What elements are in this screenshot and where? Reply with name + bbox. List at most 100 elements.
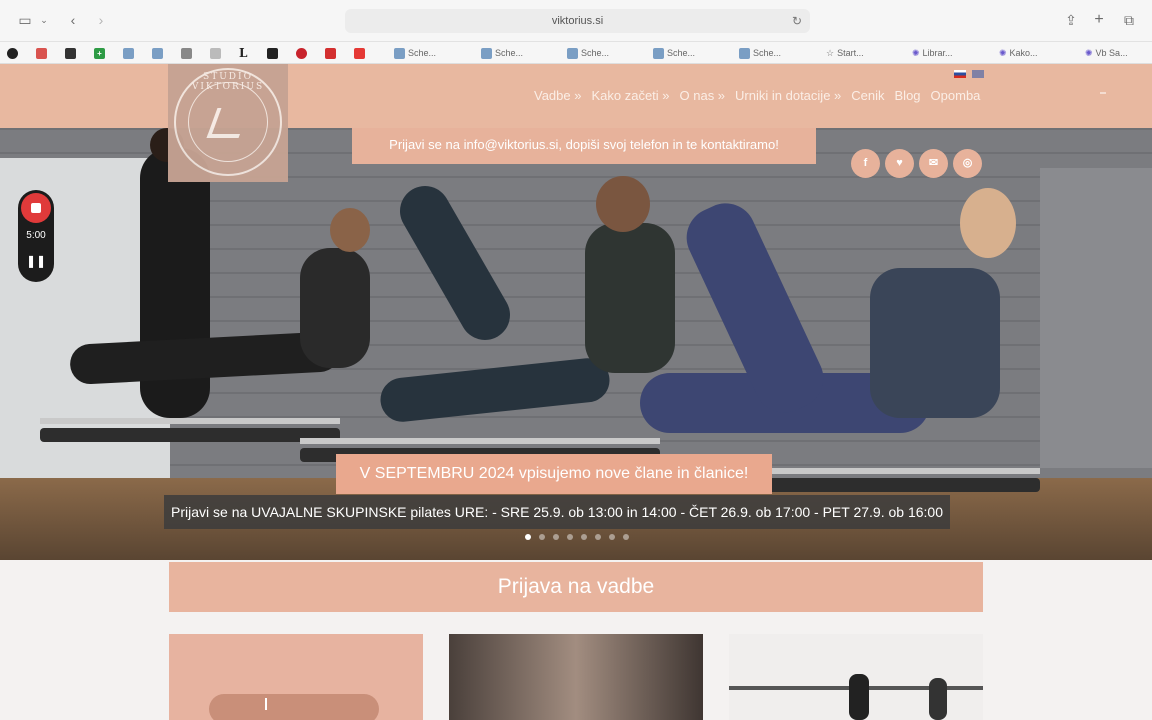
bookmark-vb[interactable]: ✺ Vb Sa... (1085, 46, 1128, 60)
menu-icon[interactable] (1100, 92, 1106, 94)
bookmark-plus[interactable]: + (94, 46, 105, 60)
bookmark-label: Vb Sa... (1095, 48, 1128, 58)
bookmark-sche-5[interactable]: Sche... (739, 46, 781, 60)
person-torso (300, 248, 370, 368)
bookmark-kako[interactable]: ✺ Kako... (999, 46, 1038, 60)
bookmark-sche-1[interactable]: Sche... (394, 46, 436, 60)
back-icon[interactable]: ‹ (64, 10, 82, 30)
card-image-figure (929, 678, 947, 720)
gear-icon: ✺ (912, 48, 920, 58)
person-head (330, 208, 370, 252)
record-timer: 5:00 (26, 230, 46, 241)
mail-icon[interactable]: ✉ (919, 149, 948, 178)
flag-slovenia-icon[interactable] (954, 70, 966, 78)
bookmark-library[interactable]: ✺ Librar... (912, 46, 953, 60)
forward-icon[interactable]: › (92, 10, 110, 30)
card-image (209, 694, 379, 720)
bookmark-sche-4[interactable]: Sche... (653, 46, 695, 60)
nav-urniki[interactable]: Urniki in dotacije » (735, 88, 841, 103)
reformer-rail (300, 438, 660, 444)
screen-recorder-widget: 5:00 ❚❚ (18, 190, 54, 282)
grid-icon (267, 47, 278, 59)
instagram-icon[interactable]: ◎ (953, 149, 982, 178)
nav-cenik[interactable]: Cenik (851, 88, 884, 103)
shield-icon (739, 47, 750, 59)
slider-dots (525, 534, 629, 540)
bookmark-github[interactable] (7, 46, 18, 60)
stop-record-button[interactable] (21, 193, 51, 223)
bookmark-sche-3[interactable]: Sche... (567, 46, 609, 60)
slider-dot[interactable] (623, 534, 629, 540)
hero-window-right (1040, 168, 1152, 468)
bookmark-cube[interactable] (65, 46, 76, 60)
bookmark-letter-l[interactable]: L (239, 46, 247, 60)
bookmark-n[interactable] (325, 46, 336, 60)
feather-icon (210, 47, 221, 59)
class-card[interactable] (729, 634, 983, 720)
sidebar-icon[interactable]: ▭ (16, 10, 34, 30)
nav-blog[interactable]: Blog (895, 88, 921, 103)
share-icon[interactable]: ⇪ (1062, 10, 1080, 30)
card-image (449, 634, 703, 720)
bookmark-pinterest[interactable] (296, 46, 307, 60)
slider-dot[interactable] (539, 534, 545, 540)
slider-dot[interactable] (553, 534, 559, 540)
class-card[interactable] (449, 634, 703, 720)
bookmark-red[interactable] (354, 46, 365, 60)
flag-uk-icon[interactable] (972, 70, 984, 78)
main-nav: Vadbe » Kako začeti » O nas » Urniki in … (534, 88, 980, 103)
bookmark-arrow-1[interactable] (123, 46, 134, 60)
person-head (596, 176, 650, 232)
bookmark-label: Sche... (408, 48, 437, 58)
hero-headline[interactable]: V SEPTEMBRU 2024 vpisujemo nove člane in… (336, 454, 772, 494)
reformer-machine (40, 428, 340, 442)
shield-icon (394, 47, 405, 59)
slider-dot[interactable] (609, 534, 615, 540)
arrow-icon (152, 47, 163, 59)
bookmark-label: Sche... (753, 48, 782, 58)
bookmark-label: Librar... (922, 48, 953, 58)
pause-icon[interactable]: ❚❚ (18, 254, 54, 268)
pinterest-icon (296, 47, 307, 59)
url-text: viktorius.si (551, 15, 604, 27)
bookmarks-bar: + L Sche... Sche... Sche... Sche... Sche… (0, 42, 1152, 64)
bookmark-label: Kako... (1009, 48, 1038, 58)
signup-heading[interactable]: Prijava na vadbe (169, 562, 983, 612)
contact-banner[interactable]: Prijavi se na info@viktorius.si, dopiši … (352, 128, 816, 164)
person-torso (870, 268, 1000, 418)
heart-icon[interactable]: ♥ (885, 149, 914, 178)
browser-toolbar: ▭ ⌄ ‹ › viktorius.si ↻ ⇪ + ⧉ (0, 0, 1152, 42)
bookmark-g[interactable] (181, 46, 192, 60)
logo-text: STUDIO VIKTORIUS (191, 72, 265, 92)
arrow-icon (123, 47, 134, 59)
gear-icon: ✺ (1085, 48, 1093, 58)
class-card[interactable] (169, 634, 423, 720)
reload-icon[interactable]: ↻ (792, 9, 802, 33)
tabs-overview-icon[interactable]: ⧉ (1120, 10, 1138, 30)
address-bar[interactable]: viktorius.si ↻ (345, 9, 810, 33)
bookmark-grid[interactable] (267, 46, 278, 60)
slider-dot[interactable] (595, 534, 601, 540)
bookmark-label: Start... (837, 48, 864, 58)
slider-dot[interactable] (567, 534, 573, 540)
bookmark-feather[interactable] (210, 46, 221, 60)
bookmark-gmail[interactable] (36, 46, 47, 60)
nav-vadbe[interactable]: Vadbe » (534, 88, 581, 103)
shield-icon (653, 47, 664, 59)
bookmark-label: Sche... (495, 48, 524, 58)
slider-dot[interactable] (581, 534, 587, 540)
bookmark-start[interactable]: ☆ Start... (826, 46, 864, 60)
studio-logo[interactable]: STUDIO VIKTORIUS (168, 64, 288, 182)
slider-dot[interactable] (525, 534, 531, 540)
bookmark-arrow-2[interactable] (152, 46, 163, 60)
shield-icon (567, 47, 578, 59)
gear-icon: ✺ (999, 48, 1007, 58)
new-tab-icon[interactable]: + (1090, 10, 1108, 30)
nav-kako-zaceti[interactable]: Kako začeti » (591, 88, 669, 103)
nav-opomba[interactable]: Opomba (931, 88, 981, 103)
bookmark-sche-2[interactable]: Sche... (481, 46, 523, 60)
cube-icon (65, 47, 76, 59)
nav-o-nas[interactable]: O nas » (680, 88, 726, 103)
chevron-down-icon[interactable]: ⌄ (38, 10, 50, 30)
facebook-icon[interactable]: f (851, 149, 880, 178)
